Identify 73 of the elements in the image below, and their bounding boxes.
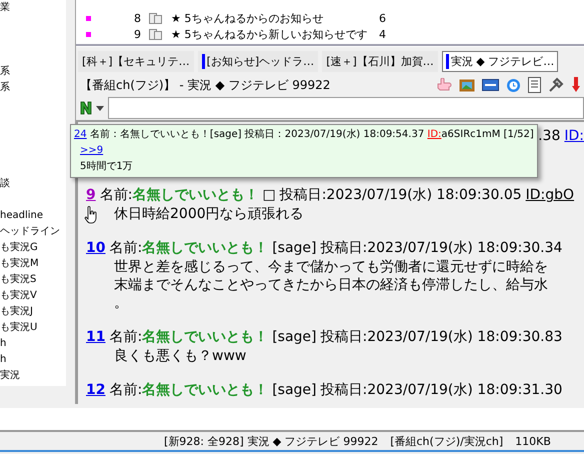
- n-logo-icon[interactable]: [80, 101, 92, 115]
- popup-header: 名前：名無しでいいとも！[sage] 投稿日：2023/07/19(水) 18:09:54.37: [90, 129, 424, 140]
- name-label: 名前:: [100, 186, 132, 205]
- board-item[interactable]: ヘッドライン: [0, 224, 60, 240]
- popup-id: a6SIRc1mM [1/52]: [441, 129, 534, 140]
- thread-title-label: 【番組ch(フジ)】 - 実況 ◆ フジテレビ 99922: [80, 76, 332, 94]
- hand-pointer-icon: [84, 206, 98, 224]
- thread-number: 8: [133, 12, 141, 24]
- board-item[interactable]: 実況: [0, 368, 20, 384]
- wrench-icon[interactable]: [548, 77, 564, 93]
- res-count: 4: [379, 28, 386, 40]
- thread-title[interactable]: ★ 5ちゃんねるからのお知らせ: [171, 10, 379, 26]
- id-link[interactable]: ID:: [427, 129, 442, 140]
- popup-body: 5時間で1万: [79, 160, 134, 174]
- board-item[interactable]: 系: [0, 64, 10, 80]
- board-item[interactable]: も実況G: [0, 240, 38, 256]
- mail-field: [sage]: [272, 381, 316, 400]
- document-icon: [149, 12, 163, 24]
- board-item[interactable]: も実況J: [0, 304, 33, 320]
- board-item[interactable]: も実況U: [0, 320, 38, 336]
- post-date: 投稿日:2023/07/19(水) 18:09:30.05: [280, 186, 522, 205]
- mail-field: □: [262, 186, 276, 205]
- post-body: 世界と差を感じるって、今まで儲かっても労働者に還元せずに時給を 末端までそんなことやってきたから日本の経済も停滞したし、給与水 。: [114, 258, 549, 312]
- hand-icon[interactable]: [436, 78, 452, 92]
- document-icon[interactable]: [528, 77, 541, 93]
- name-label: 名前:: [109, 328, 142, 347]
- res-count: 6: [379, 12, 386, 24]
- document-icon: [149, 28, 163, 40]
- board-item[interactable]: 談: [0, 176, 10, 192]
- post-date: 投稿日:2023/07/19(水) 18:09:30.83: [320, 328, 562, 347]
- post-number-link[interactable]: 24: [74, 129, 87, 140]
- post-body: 休日時給2000円なら頑張れる: [114, 205, 305, 223]
- name-label: 名前:: [109, 381, 142, 400]
- board-item[interactable]: h: [0, 336, 6, 352]
- board-item[interactable]: も実況V: [0, 288, 37, 304]
- thread-number: 9: [133, 28, 141, 40]
- mail-field: [sage]: [272, 239, 316, 258]
- status-text: [新928: 全928] 実況 ◆ フジテレビ 99922: [164, 434, 378, 448]
- thread-tab[interactable]: [科＋]【セキュリテ…: [78, 51, 194, 72]
- status-board: [番組ch(フジ)/実況ch]: [390, 434, 504, 448]
- thread-tab[interactable]: 実況 ◆ フジテレビ…: [442, 51, 558, 72]
- post-number-link[interactable]: 11: [86, 328, 106, 347]
- thread-tab[interactable]: [お知らせ]ヘッドラ…: [198, 51, 318, 72]
- dropdown-caret-icon[interactable]: [96, 106, 104, 110]
- poster-name: 名無しでいいとも！: [142, 328, 268, 347]
- poster-name: 名無しでいいとも！: [142, 239, 268, 258]
- post-body: 良くも悪くも？www: [114, 347, 248, 365]
- board-item[interactable]: も実況S: [0, 272, 36, 288]
- down-arrow-icon[interactable]: [571, 77, 580, 93]
- board-item[interactable]: 系: [0, 80, 10, 96]
- post-number-link[interactable]: 12: [86, 381, 106, 400]
- thread-title[interactable]: ★ 5ちゃんねるから新しいお知らせです: [171, 26, 379, 42]
- post-date: 投稿日:2023/07/19(水) 18:09:30.34: [320, 239, 562, 258]
- clock-icon[interactable]: [506, 78, 521, 92]
- poster-name: 名無しでいいとも！: [142, 381, 268, 400]
- picture-icon[interactable]: [459, 78, 475, 92]
- anchor-link[interactable]: >>9: [80, 145, 104, 156]
- post-date: 投稿日:2023/07/19(水) 18:09:31.30: [320, 381, 562, 400]
- post-time-fragment: .38: [538, 128, 560, 146]
- board-item[interactable]: 業: [0, 0, 10, 16]
- address-field[interactable]: [108, 97, 584, 119]
- board-item[interactable]: headline: [0, 208, 44, 224]
- board-item[interactable]: h: [0, 352, 6, 368]
- thread-tab[interactable]: [速＋]【石川】加賀…: [322, 51, 438, 72]
- post-number-link[interactable]: 9: [86, 186, 96, 205]
- id-link[interactable]: ID:: [564, 128, 584, 186]
- status-size: 110KB: [515, 434, 551, 448]
- poster-name: 名無しでいいとも！: [132, 186, 258, 205]
- board-item[interactable]: も実況M: [0, 256, 39, 272]
- mail-field: [sage]: [272, 328, 316, 347]
- post-id[interactable]: ID:gbO: [526, 186, 574, 205]
- post-number-link[interactable]: 10: [86, 239, 106, 258]
- name-label: 名前:: [109, 239, 142, 258]
